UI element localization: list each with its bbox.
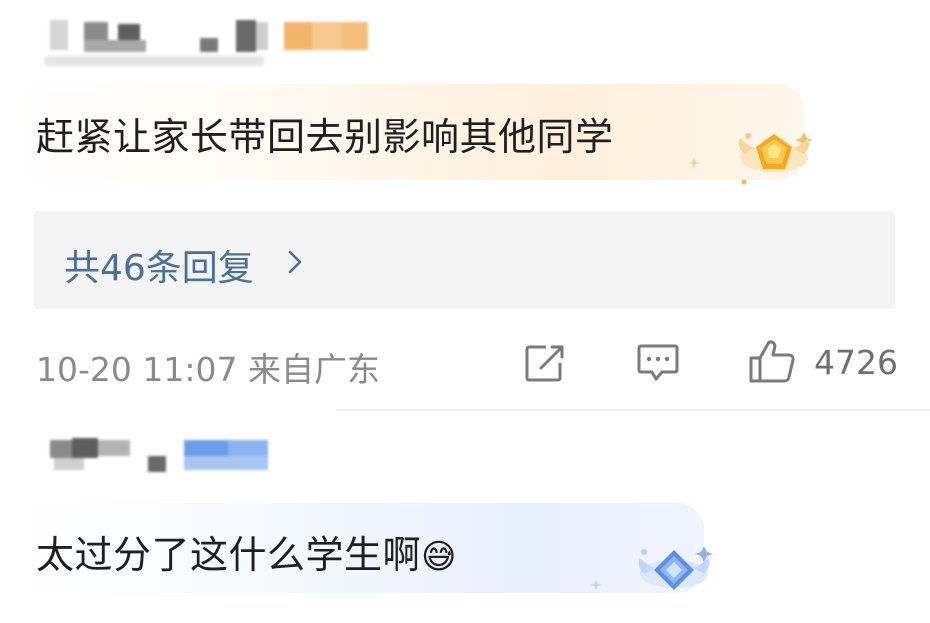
username-mosaic (44, 434, 274, 474)
username-mosaic (40, 14, 380, 54)
comment-thread: 赶紧让家长带回去别影响其他同学 共46条回复 10-20 11:07 来自广东 (0, 0, 930, 623)
like-count: 4726 (814, 343, 898, 382)
comment-1-meta: 10-20 11:07 来自广东 (36, 343, 380, 391)
comment-1-location: 来自广东 (247, 350, 380, 389)
comment-1-text: 赶紧让家长带回去别影响其他同学 (36, 115, 614, 159)
share-icon[interactable] (524, 343, 566, 383)
comment-2-text-body: 太过分了这什么学生啊 (36, 533, 422, 577)
view-replies-button[interactable]: 共46条回复 (34, 211, 895, 309)
comment-2-username-blurred[interactable] (44, 434, 274, 474)
comment-1-clipped-line (44, 56, 264, 66)
comment-divider (336, 409, 930, 411)
comment-1-username-blurred[interactable] (40, 14, 380, 54)
comment-1-timestamp: 10-20 11:07 (36, 350, 238, 389)
sweat-smile-emoji: 😅 (421, 537, 457, 577)
thumbs-up-icon[interactable] (748, 338, 796, 384)
replies-count-label: 共46条回复 (64, 248, 254, 289)
comment-icon[interactable] (636, 343, 680, 383)
comment-2-text: 太过分了这什么学生啊😅 (36, 524, 457, 579)
chevron-right-icon (288, 250, 302, 274)
gold-medal-icon (688, 132, 813, 185)
blue-diamond-icon (590, 546, 713, 590)
